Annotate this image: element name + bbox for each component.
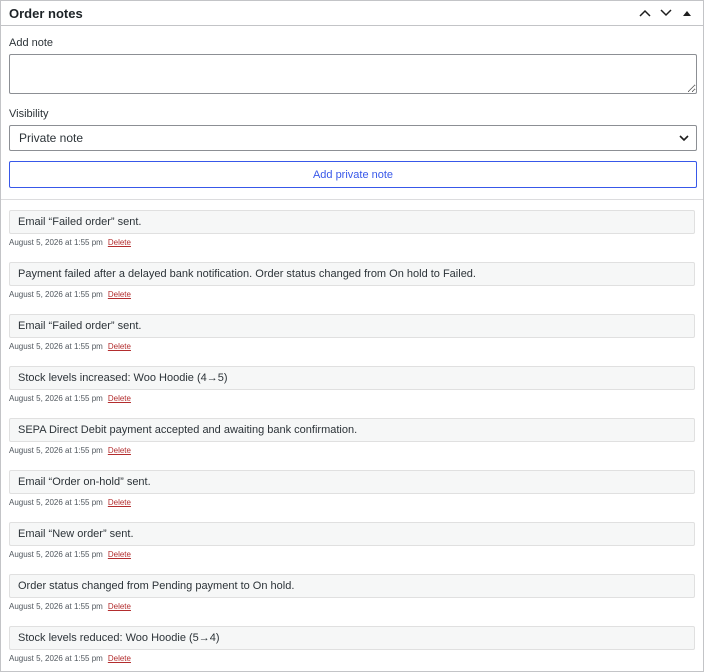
note-date: August 5, 2026 at 1:55 pm xyxy=(9,602,103,611)
visibility-select[interactable]: Private note xyxy=(9,125,697,151)
add-note-button[interactable]: Add private note xyxy=(9,161,697,188)
chevron-down-icon xyxy=(679,134,689,141)
delete-note-link[interactable]: Delete xyxy=(108,498,131,507)
delete-note-link[interactable]: Delete xyxy=(108,446,131,455)
note-meta: August 5, 2026 at 1:55 pm Delete xyxy=(9,446,695,455)
note-date: August 5, 2026 at 1:55 pm xyxy=(9,446,103,455)
toggle-panel-button[interactable] xyxy=(676,2,697,24)
note-meta: August 5, 2026 at 1:55 pm Delete xyxy=(9,498,695,507)
note-date: August 5, 2026 at 1:55 pm xyxy=(9,498,103,507)
note-content: Stock levels increased: Woo Hoodie (4→5) xyxy=(9,366,695,390)
note-content: Stock levels reduced: Woo Hoodie (5→4) xyxy=(9,626,695,650)
add-note-label: Add note xyxy=(9,37,54,49)
note-date: August 5, 2026 at 1:55 pm xyxy=(9,654,103,663)
note-content: Email “Order on-hold” sent. xyxy=(9,470,695,494)
delete-note-link[interactable]: Delete xyxy=(108,394,131,403)
note-meta: August 5, 2026 at 1:55 pm Delete xyxy=(9,290,695,299)
move-down-button[interactable] xyxy=(655,2,676,24)
note-meta: August 5, 2026 at 1:55 pm Delete xyxy=(9,238,695,247)
order-notes-panel: Order notes Add note Visibility Private … xyxy=(0,0,704,672)
panel-title: Order notes xyxy=(9,5,83,21)
visibility-label: Visibility xyxy=(9,108,49,120)
triangle-up-icon xyxy=(682,11,691,16)
note-meta: August 5, 2026 at 1:55 pm Delete xyxy=(9,602,695,611)
note-date: August 5, 2026 at 1:55 pm xyxy=(9,238,103,247)
note-meta: August 5, 2026 at 1:55 pm Delete xyxy=(9,342,695,351)
delete-note-link[interactable]: Delete xyxy=(108,550,131,559)
note-date: August 5, 2026 at 1:55 pm xyxy=(9,394,103,403)
note-content: Email “Failed order” sent. xyxy=(9,314,695,338)
notes-list: Email “Failed order” sent. August 5, 202… xyxy=(1,200,703,668)
note-content: Email “Failed order” sent. xyxy=(9,210,695,234)
note-content: Order status changed from Pending paymen… xyxy=(9,574,695,598)
panel-header: Order notes xyxy=(1,1,703,26)
note-date: August 5, 2026 at 1:55 pm xyxy=(9,290,103,299)
chevron-up-icon xyxy=(638,9,651,17)
delete-note-link[interactable]: Delete xyxy=(108,654,131,663)
note-item: Email “Order on-hold” sent. August 5, 20… xyxy=(9,470,695,512)
note-item: Email “Failed order” sent. August 5, 202… xyxy=(9,314,695,356)
note-item: Order status changed from Pending paymen… xyxy=(9,574,695,616)
note-item: Stock levels increased: Woo Hoodie (4→5)… xyxy=(9,366,695,408)
delete-note-link[interactable]: Delete xyxy=(108,342,131,351)
visibility-selected-value: Private note xyxy=(19,131,84,145)
delete-note-link[interactable]: Delete xyxy=(108,290,131,299)
chevron-down-icon xyxy=(659,9,672,17)
note-meta: August 5, 2026 at 1:55 pm Delete xyxy=(9,550,695,559)
note-content: SEPA Direct Debit payment accepted and a… xyxy=(9,418,695,442)
move-up-button[interactable] xyxy=(634,2,655,24)
header-actions xyxy=(634,2,697,24)
add-note-form: Add note Visibility Private note Add pri… xyxy=(1,26,703,188)
note-item: Stock levels reduced: Woo Hoodie (5→4) A… xyxy=(9,626,695,668)
note-date: August 5, 2026 at 1:55 pm xyxy=(9,342,103,351)
note-date: August 5, 2026 at 1:55 pm xyxy=(9,550,103,559)
note-item: SEPA Direct Debit payment accepted and a… xyxy=(9,418,695,460)
note-meta: August 5, 2026 at 1:55 pm Delete xyxy=(9,394,695,403)
note-item: Email “Failed order” sent. August 5, 202… xyxy=(9,210,695,252)
note-meta: August 5, 2026 at 1:55 pm Delete xyxy=(9,654,695,663)
note-content: Email “New order” sent. xyxy=(9,522,695,546)
note-content: Payment failed after a delayed bank noti… xyxy=(9,262,695,286)
add-note-textarea[interactable] xyxy=(9,54,697,94)
delete-note-link[interactable]: Delete xyxy=(108,238,131,247)
note-item: Email “New order” sent. August 5, 2026 a… xyxy=(9,522,695,564)
delete-note-link[interactable]: Delete xyxy=(108,602,131,611)
note-item: Payment failed after a delayed bank noti… xyxy=(9,262,695,304)
